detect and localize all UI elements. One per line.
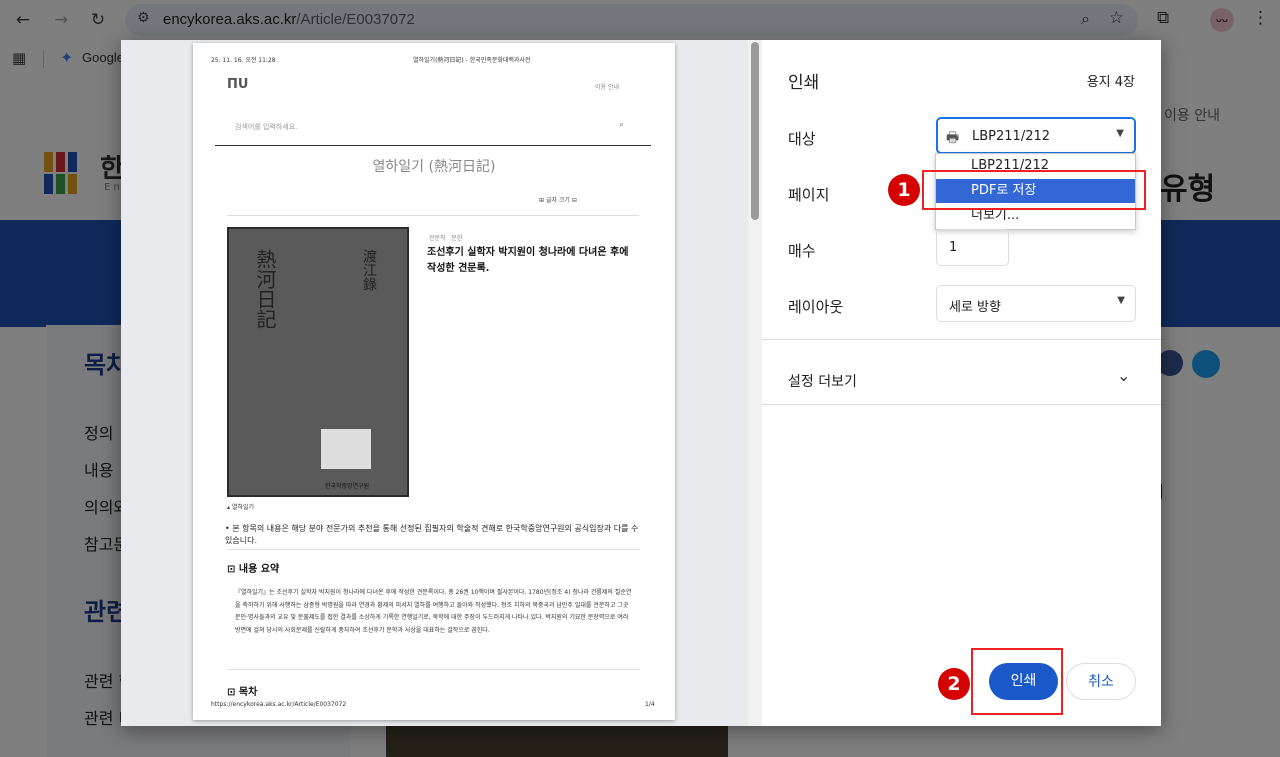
chevron-down-icon: ▼ [1117,295,1125,306]
preview-font-size-label: 글자 크기 [545,197,570,204]
preview-article-title: 열하일기 (熱河日記) [372,159,496,175]
preview-section1-title-text: 내용 요약 [238,564,280,575]
sheet-count: 용지 4장 [1086,75,1135,90]
preview-search-icon: ⌕ [619,120,625,130]
destination-select[interactable]: 🖶 LBP211/212 ▼ [936,117,1136,154]
copies-input[interactable]: 1 [936,229,1009,266]
printer-icon: 🖶 [946,130,960,146]
preview-header-title: 열하일기(熱河日記) - 한국민족문화대백과사전 [413,57,531,64]
annotation-box-2 [971,648,1063,715]
settings-divider [762,339,1161,340]
book-calligraphy: 熱河日記 [253,249,277,329]
layout-label: 레이아웃 [788,298,844,316]
destination-label: 대상 [788,130,816,148]
preview-tag: 전문작 [429,235,446,242]
preview-divider [227,215,639,216]
copies-label: 매수 [788,242,816,260]
print-title: 인쇄 [788,73,820,93]
preview-notice: • 본 항목의 내용은 해당 분야 전문가의 추천을 통해 선정된 집필자의 학… [225,524,639,545]
print-preview: 25. 11. 16. 오전 11:28 열하일기(熱河日記) - 한국민족문화… [121,40,762,726]
preview-search-placeholder: 검색어를 입력하세요. [235,123,298,131]
preview-nav-guide: 이용 안내 [595,84,619,91]
book-calligraphy-2: 渡江錄 [361,249,377,291]
preview-image-caption: ▴ 열하일기 [227,504,255,511]
destination-value: LBP211/212 [972,129,1051,144]
layout-value: 세로 방향 [949,300,1001,315]
preview-footer-page: 1/4 [645,701,655,708]
cancel-button[interactable]: 취소 [1066,663,1136,700]
preview-tags: 전문작 문헌 [429,233,462,242]
annotation-badge-1: 1 [888,174,920,206]
preview-datetime: 25. 11. 16. 오전 11:28 [211,57,276,64]
preview-summary-heading: 조선후기 실학자 박지원이 청나라에 다녀온 후에 작성한 견문록. [427,247,629,274]
pages-label: 페이지 [788,186,830,204]
print-settings-panel: 인쇄 용지 4장 대상 🖶 LBP211/212 ▼ LBP211/212 PD… [762,40,1161,726]
preview-divider [215,145,651,146]
preview-divider [227,549,639,550]
preview-section1-text: 『열하일기』는 조선후기 실학자 박지원이 청나라에 다녀온 후에 작성한 견문… [235,589,632,634]
preview-page: 25. 11. 16. 오전 11:28 열하일기(熱河日記) - 한국민족문화… [193,43,675,720]
copies-value: 1 [949,240,958,255]
more-settings-toggle[interactable]: 설정 더보기 [788,371,857,391]
preview-scrollbar[interactable] [748,40,762,726]
preview-scrollbar-thumb[interactable] [751,42,759,220]
annotation-box-1 [922,170,1146,210]
preview-font-size-control: ⊞ 글자 크기 ⊟ [539,197,577,204]
preview-section2-title-text: 목차 [238,687,258,698]
layout-select[interactable]: 세로 방향 ▼ [936,285,1136,322]
expand-chevron-icon[interactable]: ⌄ [1117,366,1130,385]
preview-logo: ΠU [227,77,249,92]
preview-image-caption-text: 열하일기 [231,504,255,511]
preview-footer-url: https://encykorea.aks.ac.kr/Article/E003… [211,701,347,708]
print-dialog: 25. 11. 16. 오전 11:28 열하일기(熱河日記) - 한국민족문화… [121,40,1161,726]
preview-divider [227,669,639,670]
annotation-badge-2: 2 [938,668,970,700]
book-label [321,429,371,469]
preview-book-image: 熱河日記 渡江錄 한국학중앙연구원 [227,227,409,497]
preview-tag: 문헌 [451,235,463,242]
preview-section2-title: ⊡ 목차 [227,687,258,698]
preview-section1-title: ⊡ 내용 요약 [227,564,280,575]
settings-divider [762,404,1161,405]
book-stamp: 한국학중앙연구원 [325,483,370,490]
chevron-down-icon: ▼ [1116,128,1124,139]
